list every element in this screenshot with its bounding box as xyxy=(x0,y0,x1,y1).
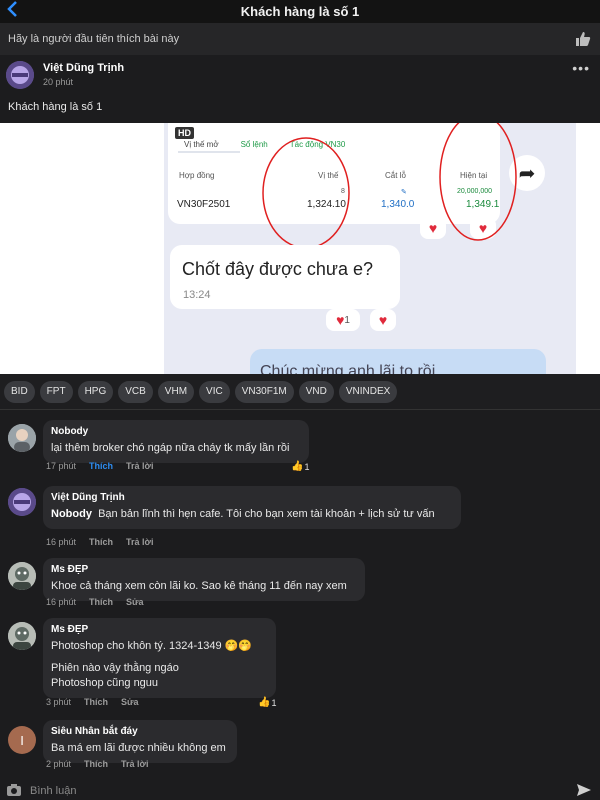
like-count: 👍 1 xyxy=(258,697,276,708)
tag-vcb[interactable]: VCB xyxy=(118,380,153,403)
like-button[interactable]: Thích xyxy=(84,759,108,769)
like-count: 👍 1 xyxy=(291,461,309,472)
comment-line-2: Phiên nào vậy thằng ngáo xyxy=(51,662,179,674)
tag-fpt[interactable]: FPT xyxy=(39,380,73,403)
chat-screenshot: HD Vị thế mở Sổ lệnh Tác động VN30 Hợp đ… xyxy=(164,123,576,374)
like-button[interactable]: Thích xyxy=(89,537,113,547)
like-count-value: 1 xyxy=(271,697,277,708)
comment-text-wrap: Nobody Bạn bản lĩnh thì hẹn cafe. Tôi ch… xyxy=(51,507,453,522)
post-header: Việt Dũng Trịnh 20 phút xyxy=(43,62,124,87)
like-button[interactable]: Thích xyxy=(89,597,113,607)
reaction-count-badge: ♥ 1 xyxy=(326,309,360,331)
comment-line-1: Photoshop cho khôn tý. 1324-1349 🤭🤭 xyxy=(51,640,253,652)
tag-vn30f1m[interactable]: VN30F1M xyxy=(234,380,294,403)
comment-line-3: Photoshop cũng nguu xyxy=(51,677,159,689)
comment-author[interactable]: Siêu Nhân bắt đáy xyxy=(51,726,229,737)
reply-button[interactable]: Trả lời xyxy=(126,461,153,471)
reaction-count: 1 xyxy=(344,314,350,326)
mention[interactable]: Nobody xyxy=(51,508,92,520)
tag-vhm[interactable]: VHM xyxy=(157,380,195,403)
author-avatar[interactable] xyxy=(6,61,34,89)
chat-bubble-partial: Chúc mừng anh lãi to rồi xyxy=(250,349,546,374)
heart-icon: ♥ xyxy=(370,309,396,331)
avatar[interactable] xyxy=(8,424,36,452)
page-title: Khách hàng là số 1 xyxy=(240,4,360,19)
more-icon[interactable]: ••• xyxy=(572,60,590,76)
post-image[interactable]: HD Vị thế mở Sổ lệnh Tác động VN30 Hợp đ… xyxy=(0,123,600,374)
thumbs-up-icon: 👍 xyxy=(258,697,271,708)
like-prompt-text: Hãy là người đầu tiên thích bài này xyxy=(8,33,180,45)
reply-button[interactable]: Trả lời xyxy=(121,759,148,769)
comment-time: 16 phút xyxy=(46,597,77,607)
comment-actions: 2 phút Thích Trả lời xyxy=(46,759,148,769)
post-author[interactable]: Việt Dũng Trịnh xyxy=(43,62,124,74)
like-prompt-bar: Hãy là người đầu tiên thích bài này xyxy=(0,23,600,55)
edit-button[interactable]: Sửa xyxy=(121,697,139,707)
avatar[interactable]: I xyxy=(8,726,36,754)
comment-time: 2 phút xyxy=(46,759,72,769)
chevron-left-icon[interactable] xyxy=(6,0,18,22)
chat-time: 13:24 xyxy=(183,289,211,301)
heart-icon: ♥ xyxy=(336,312,345,328)
comment-author[interactable]: Nobody xyxy=(51,426,301,437)
comment-author[interactable]: Ms ĐẸP xyxy=(51,564,357,575)
tag-vic[interactable]: VIC xyxy=(199,380,230,403)
comment-bubble: Ms ĐẸP Khoe cả tháng xem còn lãi ko. Sao… xyxy=(43,558,365,601)
top-bar: Khách hàng là số 1 xyxy=(0,0,600,23)
thumbs-up-icon[interactable] xyxy=(574,30,592,48)
comment-actions: 16 phút Thích Trả lời xyxy=(46,537,153,547)
comment-bubble: Việt Dũng Trịnh Nobody Bạn bản lĩnh thì … xyxy=(43,486,461,529)
avatar[interactable] xyxy=(8,622,36,650)
stock-tag-bar: BID FPT HPG VCB VHM VIC VN30F1M VND VNIN… xyxy=(0,374,600,410)
avatar-letter: I xyxy=(20,732,24,748)
post-text: Khách hàng là số 1 xyxy=(8,101,103,113)
tag-vnindex[interactable]: VNINDEX xyxy=(338,380,398,403)
like-button[interactable]: Thích xyxy=(84,697,108,707)
avatar[interactable] xyxy=(8,562,36,590)
send-icon[interactable] xyxy=(576,783,592,800)
thumbs-up-icon: 👍 xyxy=(291,461,304,472)
comment-bubble: Ms ĐẸP Photoshop cho khôn tý. 1324-1349 … xyxy=(43,618,276,698)
comment-input[interactable]: Bình luận xyxy=(30,785,76,797)
comment-text: lại thêm broker chó ngáp nữa cháy tk mấy… xyxy=(51,442,290,454)
like-count-value: 1 xyxy=(304,461,310,472)
comment-actions: 16 phút Thích Sửa xyxy=(46,597,144,607)
chat-bubble: Chốt đây được chưa e? 13:24 xyxy=(170,245,400,309)
comment-input-bar: Bình luận xyxy=(0,782,600,800)
comment-author[interactable]: Ms ĐẸP xyxy=(51,624,268,635)
comment-text: Ba má em lãi được nhiều không em xyxy=(51,742,226,754)
reply-button[interactable]: Trả lời xyxy=(126,537,153,547)
tag-hpg[interactable]: HPG xyxy=(77,380,114,403)
comment-time: 16 phút xyxy=(46,537,77,547)
comment-actions: 17 phút Thích Trả lời xyxy=(46,461,153,471)
post-time: 20 phút xyxy=(43,77,74,87)
tag-bid[interactable]: BID xyxy=(4,380,35,403)
edit-button[interactable]: Sửa xyxy=(126,597,144,607)
avatar[interactable] xyxy=(6,61,34,89)
like-button[interactable]: Thích xyxy=(89,461,113,471)
chat-message-partial: Chúc mừng anh lãi to rồi xyxy=(260,363,436,374)
comment-text: Khoe cả tháng xem còn lãi ko. Sao kê thá… xyxy=(51,580,347,592)
chat-message: Chốt đây được chưa e? xyxy=(182,259,374,279)
comment-author[interactable]: Việt Dũng Trịnh xyxy=(51,492,453,503)
comment-actions: 3 phút Thích Sửa xyxy=(46,697,139,707)
comment-time: 17 phút xyxy=(46,461,77,471)
tag-vnd[interactable]: VND xyxy=(298,380,334,403)
camera-icon[interactable] xyxy=(6,783,22,800)
comment-time: 3 phút xyxy=(46,697,72,707)
comment-text: Bạn bản lĩnh thì hẹn cafe. Tôi cho bạn x… xyxy=(98,508,435,520)
comment-bubble: Nobody lại thêm broker chó ngáp nữa cháy… xyxy=(43,420,309,463)
comment-bubble: Siêu Nhân bắt đáy Ba má em lãi được nhiề… xyxy=(43,720,237,763)
avatar[interactable] xyxy=(8,488,36,516)
